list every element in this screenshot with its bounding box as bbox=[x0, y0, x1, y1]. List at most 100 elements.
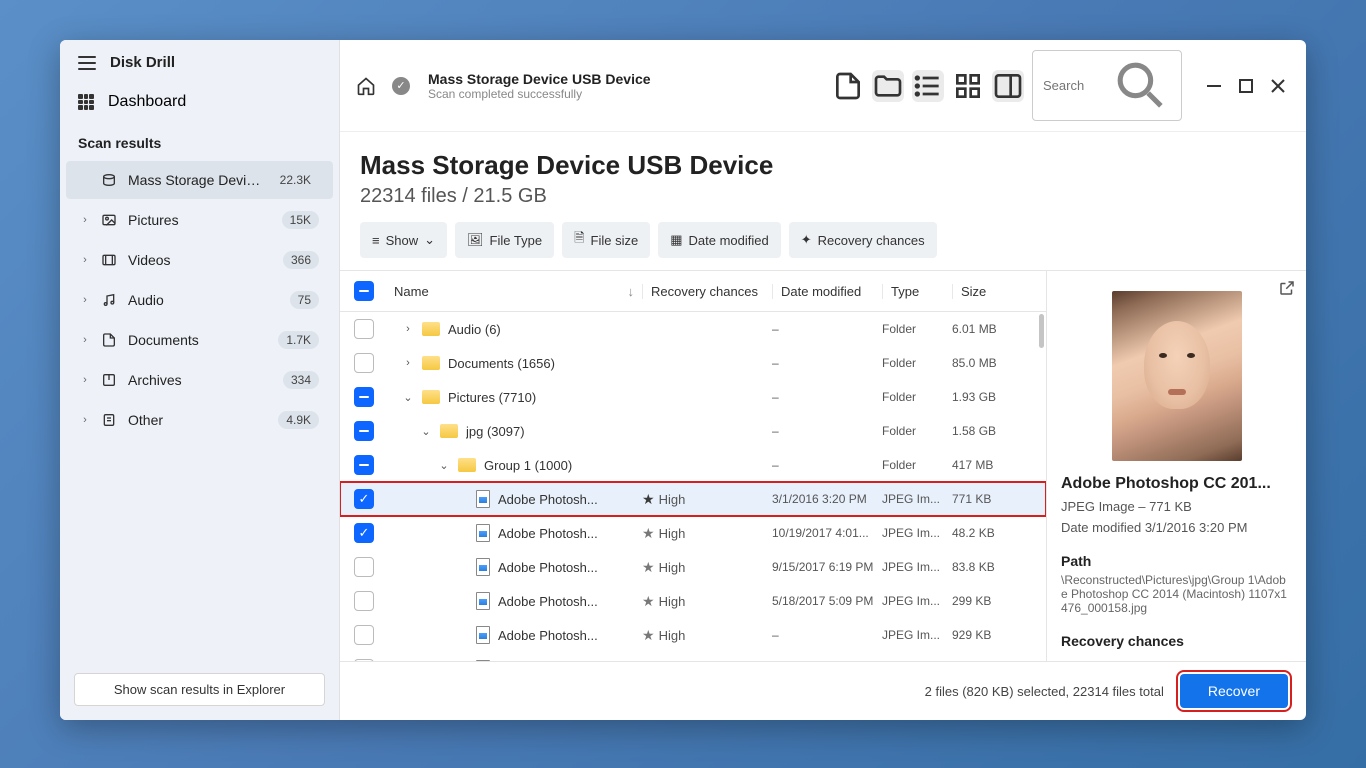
row-checkbox[interactable] bbox=[354, 353, 374, 373]
row-name: Adobe Photosh... bbox=[498, 560, 598, 575]
sidebar-item-videos[interactable]: › Videos 366 bbox=[66, 241, 333, 279]
row-size: 1.93 GB bbox=[952, 390, 1032, 404]
file-type-filter-button[interactable]: 🖼File Type bbox=[455, 222, 554, 258]
table-row[interactable]: ›Documents (1656)–Folder85.0 MB bbox=[340, 346, 1046, 380]
grid-view-button[interactable] bbox=[952, 70, 984, 102]
row-date: 10/19/2017 4:01... bbox=[772, 526, 882, 540]
search-box[interactable] bbox=[1032, 50, 1182, 121]
home-icon[interactable] bbox=[356, 76, 376, 96]
sidebar-item-label: Other bbox=[128, 412, 268, 428]
row-checkbox[interactable] bbox=[354, 557, 374, 577]
folder-icon bbox=[422, 322, 440, 336]
sidebar-item-audio[interactable]: ›Audio75 bbox=[66, 281, 333, 319]
table-row[interactable]: ✓Adobe Photosh...★High10/19/2017 4:01...… bbox=[340, 516, 1046, 550]
row-type: Folder bbox=[882, 356, 952, 370]
table-row[interactable]: ⌄jpg (3097)–Folder1.58 GB bbox=[340, 414, 1046, 448]
row-name: Audio (6) bbox=[448, 322, 501, 337]
picture-icon: 🖼 bbox=[467, 232, 484, 248]
archives-icon bbox=[100, 372, 118, 388]
expand-toggle[interactable]: › bbox=[394, 357, 422, 369]
table-body[interactable]: ›Audio (6)–Folder6.01 MB›Documents (1656… bbox=[340, 312, 1046, 661]
star-icon: ★ bbox=[642, 491, 655, 508]
table-row[interactable]: Adobe Photosh...★High5/18/2017 5:09 PMJP… bbox=[340, 584, 1046, 618]
row-date: 9/15/2017 6:19 PM bbox=[772, 560, 882, 574]
folder-icon-button[interactable] bbox=[872, 70, 904, 102]
row-date: 3/1/2016 3:20 PM bbox=[772, 492, 882, 506]
sidebar-item-drive[interactable]: Mass Storage Device U...22.3K bbox=[66, 161, 333, 199]
sidebar-item-label: Pictures bbox=[128, 212, 272, 228]
expand-toggle[interactable]: ⌄ bbox=[394, 391, 422, 404]
column-name[interactable]: Name↓ bbox=[394, 284, 642, 299]
row-name: Pictures (7710) bbox=[448, 390, 536, 405]
sidebar-item-other[interactable]: ›Other4.9K bbox=[66, 401, 333, 439]
show-in-explorer-button[interactable]: Show scan results in Explorer bbox=[74, 673, 325, 706]
panel-view-button[interactable] bbox=[992, 70, 1024, 102]
row-size: 6.01 MB bbox=[952, 322, 1032, 336]
chevron-right-icon: › bbox=[80, 254, 90, 266]
chevron-right-icon: › bbox=[80, 414, 90, 426]
column-recovery[interactable]: Recovery chances bbox=[642, 284, 772, 299]
column-size[interactable]: Size bbox=[952, 284, 1032, 299]
recovery-value: High bbox=[659, 594, 686, 609]
table-row[interactable]: ›Audio (6)–Folder6.01 MB bbox=[340, 312, 1046, 346]
select-all-checkbox[interactable] bbox=[354, 281, 374, 301]
column-date[interactable]: Date modified bbox=[772, 284, 882, 299]
maximize-button[interactable] bbox=[1234, 74, 1258, 98]
star-icon: ★ bbox=[642, 559, 655, 576]
sidebar-item-archives[interactable]: ›Archives334 bbox=[66, 361, 333, 399]
sidebar-item-label: Videos bbox=[128, 252, 273, 268]
date-modified-filter-button[interactable]: ▦Date modified bbox=[658, 222, 781, 258]
page-subtitle: 22314 files / 21.5 GB bbox=[360, 185, 1286, 208]
star-icon: ★ bbox=[642, 593, 655, 610]
list-view-button[interactable] bbox=[912, 70, 944, 102]
table-row[interactable]: Adobe Photosh...★High5/17/2017 3:47 PMJP… bbox=[340, 652, 1046, 661]
file-icon-button[interactable] bbox=[832, 70, 864, 102]
expand-toggle[interactable]: ⌄ bbox=[430, 459, 458, 472]
row-date: – bbox=[772, 628, 882, 642]
file-size-filter-button[interactable]: 🗎File size bbox=[562, 222, 650, 258]
hamburger-icon[interactable] bbox=[78, 56, 96, 70]
table-row[interactable]: ⌄ Pictures (7710) –Folder1.93 GB bbox=[340, 380, 1046, 414]
close-button[interactable] bbox=[1266, 74, 1290, 98]
row-checkbox[interactable] bbox=[354, 421, 374, 441]
row-checkbox[interactable] bbox=[354, 319, 374, 339]
column-type[interactable]: Type bbox=[882, 284, 952, 299]
row-type: JPEG Im... bbox=[882, 560, 952, 574]
table-row[interactable]: Adobe Photosh... ★ High 9/15/2017 6:19 PMJP… bbox=[340, 550, 1046, 584]
row-name: Adobe Photosh... bbox=[498, 492, 598, 507]
file-icon bbox=[476, 626, 490, 644]
recovery-chances-filter-button[interactable]: ✦Recovery chances bbox=[789, 222, 937, 258]
search-input[interactable] bbox=[1043, 78, 1104, 93]
recover-button[interactable]: Recover bbox=[1180, 674, 1288, 708]
row-type: Folder bbox=[882, 390, 952, 404]
table-row[interactable]: ⌄Group 1 (1000)–Folder417 MB bbox=[340, 448, 1046, 482]
row-type: Folder bbox=[882, 424, 952, 438]
scrollbar-thumb[interactable] bbox=[1039, 314, 1044, 348]
row-size: 417 MB bbox=[952, 458, 1032, 472]
expand-toggle[interactable]: › bbox=[394, 323, 422, 335]
row-checkbox[interactable]: ✓ bbox=[354, 489, 374, 509]
row-date: – bbox=[772, 390, 882, 404]
show-filter-button[interactable]: ≡Show⌄ bbox=[360, 222, 447, 258]
table-area: Name↓ Recovery chances Date modified Typ… bbox=[340, 271, 1046, 661]
sidebar-item-count: 366 bbox=[283, 251, 319, 269]
row-checkbox[interactable] bbox=[354, 387, 374, 407]
popout-icon[interactable] bbox=[1278, 279, 1296, 297]
recovery-value: High bbox=[659, 560, 686, 575]
row-checkbox[interactable]: ✓ bbox=[354, 523, 374, 543]
sidebar-item-documents[interactable]: ›Documents1.7K bbox=[66, 321, 333, 359]
table-row[interactable]: ✓Adobe Photosh...★High3/1/2016 3:20 PMJP… bbox=[340, 482, 1046, 516]
row-type: JPEG Im... bbox=[882, 594, 952, 608]
row-checkbox[interactable] bbox=[354, 591, 374, 611]
row-checkbox[interactable] bbox=[354, 659, 374, 661]
table-row[interactable]: Adobe Photosh...★High–JPEG Im...929 KB bbox=[340, 618, 1046, 652]
minimize-button[interactable] bbox=[1202, 74, 1226, 98]
row-checkbox[interactable] bbox=[354, 455, 374, 475]
window-controls bbox=[1202, 74, 1290, 98]
row-checkbox[interactable] bbox=[354, 625, 374, 645]
sidebar-dashboard[interactable]: Dashboard bbox=[60, 85, 339, 119]
dashboard-label: Dashboard bbox=[108, 93, 186, 111]
sidebar-item-pictures[interactable]: ›Pictures15K bbox=[66, 201, 333, 239]
expand-toggle[interactable]: ⌄ bbox=[412, 425, 440, 438]
row-size: 771 KB bbox=[952, 492, 1032, 506]
